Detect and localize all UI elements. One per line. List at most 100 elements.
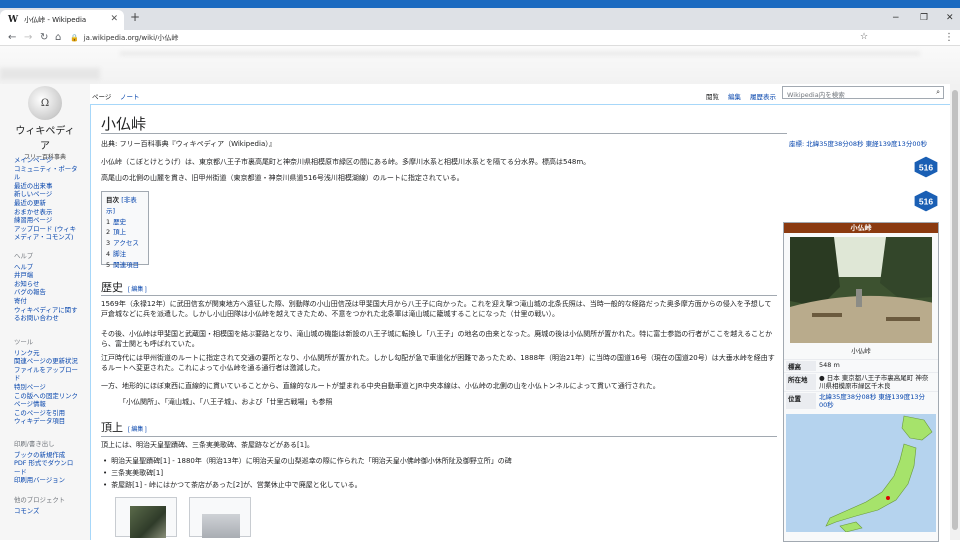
- search-icon[interactable]: ⌕: [936, 88, 940, 97]
- url-field[interactable]: 🔒 ja.wikipedia.org/wiki/小仏峠: [70, 31, 880, 45]
- section-heading-history: 歴史 [ 編集 ]: [101, 279, 147, 295]
- tab-read[interactable]: 閲覧: [706, 91, 719, 101]
- toc-item-number: 2: [106, 228, 111, 237]
- toc-item[interactable]: 1 歴史: [106, 217, 144, 228]
- toc-item[interactable]: 2 頂上: [106, 227, 144, 238]
- window-close-icon[interactable]: ✕: [946, 13, 954, 23]
- section-divider: [101, 295, 777, 296]
- forward-icon[interactable]: →: [24, 32, 32, 43]
- tab-close-icon[interactable]: ✕: [110, 14, 118, 24]
- sidebar-item-wikidata[interactable]: ウィキデータ項目: [14, 417, 78, 426]
- toc-item[interactable]: 4 脚注: [106, 249, 144, 260]
- sidebar-help: ヘルプ ヘルプ 井戸端 お知らせ バグの報告 寄付 ウィキペディアに関するお問い…: [14, 252, 78, 323]
- logo-title: ウィキペディア: [15, 126, 75, 152]
- window-top-bar: [0, 0, 960, 8]
- search-input[interactable]: Wikipedia内を検索 ⌕: [782, 86, 944, 99]
- gallery-thumbnail[interactable]: [115, 497, 177, 538]
- toc-item[interactable]: 5 関連項目: [106, 260, 144, 271]
- sidebar-item-special-pages[interactable]: 特別ページ: [14, 383, 78, 392]
- sidebar-item-donate[interactable]: 寄付: [14, 297, 78, 306]
- browser-menu-icon[interactable]: ⋮: [944, 32, 954, 43]
- sidebar-heading: 他のプロジェクト: [14, 496, 66, 504]
- lead-paragraph: 高尾山の北側の山麓を貫き、旧甲州街道（東京都道・神奈川県道516号浅川相模湖線）…: [101, 174, 464, 182]
- sidebar-item-what-links[interactable]: リンク元: [14, 349, 78, 358]
- lead-paragraph: 小仏峠（こぼとけとうげ）は、東京都八王子市裏高尾町と神奈川県相模原市緑区の間にあ…: [101, 158, 591, 166]
- sidebar-item-create-book[interactable]: ブックの新規作成: [14, 451, 78, 460]
- sidebar-item-upload[interactable]: ファイルをアップロード: [14, 366, 78, 383]
- search-placeholder: Wikipedia内を検索: [787, 91, 845, 99]
- gallery-thumbnail[interactable]: [189, 497, 251, 538]
- table-of-contents: 目次 [非表示] 1 歴史 2 頂上 3 アクセス 4 脚注 5 関連項目: [101, 191, 149, 269]
- toc-item-number: 5: [106, 260, 111, 269]
- bookmark-star-icon[interactable]: ☆: [860, 32, 868, 42]
- reload-icon[interactable]: ↻: [40, 32, 48, 43]
- blurred-region: [120, 52, 920, 55]
- back-icon[interactable]: ←: [8, 32, 16, 43]
- history-paragraph: 1569年（永禄12年）に武田信玄が関東地方へ遠征した際、別動隊の小山田信茂は甲…: [101, 300, 772, 318]
- tab-title: 小仏峠 - Wikipedia: [24, 16, 87, 24]
- sidebar-item-community[interactable]: コミュニティ・ポータル: [14, 165, 78, 182]
- toc-item-label: 関連項目: [113, 260, 140, 269]
- title-divider: [101, 133, 787, 134]
- toc-item-label: アクセス: [113, 239, 139, 248]
- sidebar-item-random[interactable]: おまかせ表示: [14, 208, 78, 217]
- sidebar-item-bug-report[interactable]: バグの報告: [14, 288, 78, 297]
- tab-edit[interactable]: 編集: [728, 91, 741, 101]
- browser-tab[interactable]: W 小仏峠 - Wikipedia ✕: [0, 10, 124, 30]
- sidebar-item-commons[interactable]: コモンズ: [14, 507, 78, 516]
- sidebar-item-permanent-link[interactable]: この版への固定リンク: [14, 392, 78, 401]
- wikipedia-favicon-icon: W: [8, 15, 19, 25]
- sidebar-tools: ツール リンク元 関連ページの更新状況 ファイルをアップロード 特別ページ この…: [14, 338, 78, 426]
- toc-item[interactable]: 3 アクセス: [106, 238, 144, 249]
- toc-item-number: 1: [106, 217, 111, 226]
- summit-list: 明治天皇聖蹟碑[1] - 1880年（明治13年）に明治天皇の山梨巡幸の際に作ら…: [111, 455, 512, 491]
- sidebar-item-download-pdf[interactable]: PDF 形式でダウンロード: [14, 459, 78, 476]
- site-logo[interactable]: Ω ウィキペディア フリー百科事典: [12, 86, 78, 161]
- url-text: ja.wikipedia.org/wiki/小仏峠: [83, 34, 179, 42]
- infobox-row: 位置 北緯35度38分08秒 東経139度13分00秒: [784, 391, 938, 410]
- history-paragraph: 江戸時代には甲州街道のルートに指定されて交通の要所となり、小仏関所が置かれた。し…: [101, 354, 775, 372]
- sidebar-item-new-pages[interactable]: 新しいページ: [14, 190, 78, 199]
- source-line: 出典: フリー百科事典『ウィキペディア（Wikipedia）』: [101, 140, 276, 148]
- pass-photo[interactable]: [790, 237, 932, 343]
- sidebar-item-recent-changes[interactable]: 最近の更新: [14, 199, 78, 208]
- sidebar-item-upload-commons[interactable]: アップロード (ウィキメディア・コモンズ): [14, 225, 78, 242]
- scrollbar-thumb[interactable]: [952, 90, 958, 530]
- new-tab-button[interactable]: +: [130, 10, 140, 24]
- sidebar-item-main[interactable]: メインページ: [14, 156, 78, 165]
- tab-history[interactable]: 履歴表示: [750, 91, 776, 101]
- page-title: 小仏峠: [101, 115, 147, 133]
- sidebar-item-page-info[interactable]: ページ情報: [14, 400, 78, 409]
- infobox-key: 所在地: [786, 374, 816, 390]
- sidebar-item-village-pump[interactable]: 井戸端: [14, 271, 78, 280]
- tab-talk[interactable]: ノート: [120, 91, 140, 101]
- section-edit-link[interactable]: [ 編集 ]: [128, 427, 147, 433]
- sidebar: Ω ウィキペディア フリー百科事典 メインページ コミュニティ・ポータル 最近の…: [0, 84, 90, 540]
- history-see-also[interactable]: 「小仏関所」、「滝山城」、「八王子城」、および「廿里古戦場」も参照: [119, 397, 795, 407]
- toc-item-label: 歴史: [113, 217, 127, 226]
- section-divider: [101, 436, 777, 437]
- minimize-icon[interactable]: −: [892, 13, 900, 23]
- infobox-value[interactable]: 北緯35度38分08秒 東経139度13分00秒: [816, 393, 932, 409]
- summit-intro: 頂上には、明治天皇聖蹟碑、三条実美歌碑、茶屋跡などがある[1]。: [101, 441, 314, 449]
- home-icon[interactable]: ⌂: [55, 32, 61, 43]
- browser-tab-strip: W 小仏峠 - Wikipedia ✕ + − ❐ ✕: [0, 8, 960, 30]
- location-map[interactable]: [786, 414, 936, 532]
- infobox-value[interactable]: ● 日本 東京都八王子市裏高尾町 神奈川県相模原市緑区千木良: [816, 374, 932, 390]
- sidebar-item-printable[interactable]: 印刷用バージョン: [14, 476, 78, 485]
- sidebar-item-help[interactable]: ヘルプ: [14, 263, 78, 272]
- sidebar-item-contact[interactable]: ウィキペディアに関するお問い合わせ: [14, 306, 78, 323]
- sidebar-item-related-changes[interactable]: 関連ページの更新状況: [14, 357, 78, 366]
- page-scrollbar[interactable]: [950, 84, 960, 540]
- section-edit-link[interactable]: [ 編集 ]: [128, 287, 147, 293]
- tab-page[interactable]: ページ: [92, 91, 111, 101]
- sidebar-print: 印刷/書き出し ブックの新規作成 PDF 形式でダウンロード 印刷用バージョン: [14, 440, 78, 485]
- photo-stone: [856, 289, 862, 307]
- maximize-icon[interactable]: ❐: [920, 13, 928, 23]
- infobox-row: 標高 548 m: [784, 359, 938, 372]
- infobox-key: 位置: [786, 393, 816, 409]
- sidebar-heading: 印刷/書き出し: [14, 440, 55, 448]
- coordinates-link[interactable]: 座標: 北緯35度38分08秒 東経139度13分00秒: [789, 138, 927, 148]
- lock-icon: 🔒: [70, 34, 79, 42]
- sidebar-item-sandbox[interactable]: 練習用ページ: [14, 216, 78, 225]
